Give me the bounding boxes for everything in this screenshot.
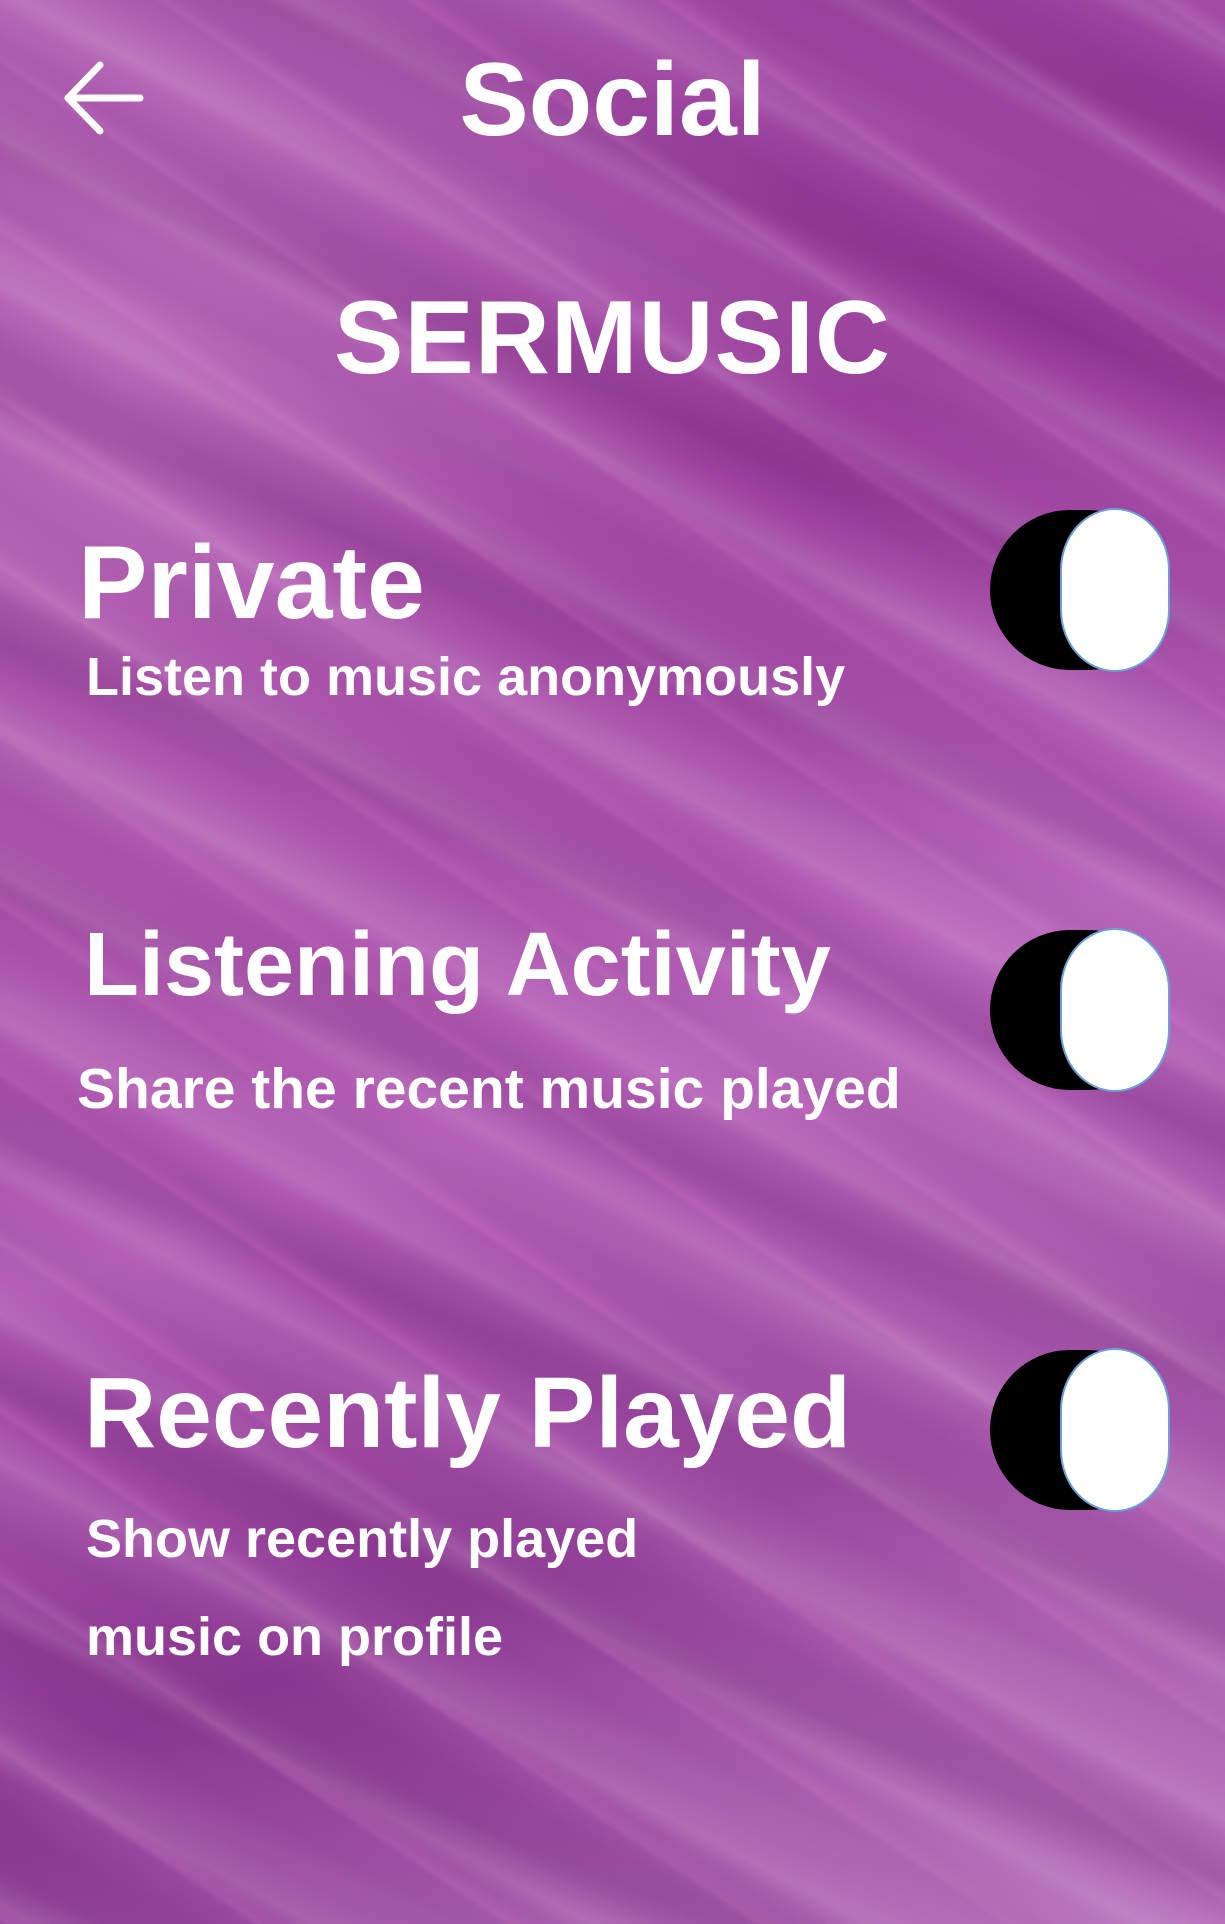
brand-title: SERMUSIC	[334, 280, 891, 396]
setting-description-private: Listen to music anonymously	[86, 647, 846, 707]
setting-title-listening-activity: Listening Activity	[84, 915, 831, 1015]
setting-title-recently-played: Recently Played	[84, 1357, 852, 1469]
setting-description-recently-played-line1: Show recently played	[86, 1509, 639, 1569]
recently-played-toggle[interactable]	[990, 1350, 1168, 1510]
toggle-knob	[1062, 930, 1168, 1090]
page-title: Social	[459, 42, 766, 158]
private-toggle[interactable]	[990, 510, 1168, 670]
setting-description-listening-activity: Share the recent music played	[77, 1057, 901, 1121]
toggle-knob	[1062, 1350, 1168, 1510]
listening-activity-toggle[interactable]	[990, 930, 1168, 1090]
toggle-knob	[1062, 510, 1168, 670]
setting-description-recently-played-line2: music on profile	[86, 1607, 504, 1667]
